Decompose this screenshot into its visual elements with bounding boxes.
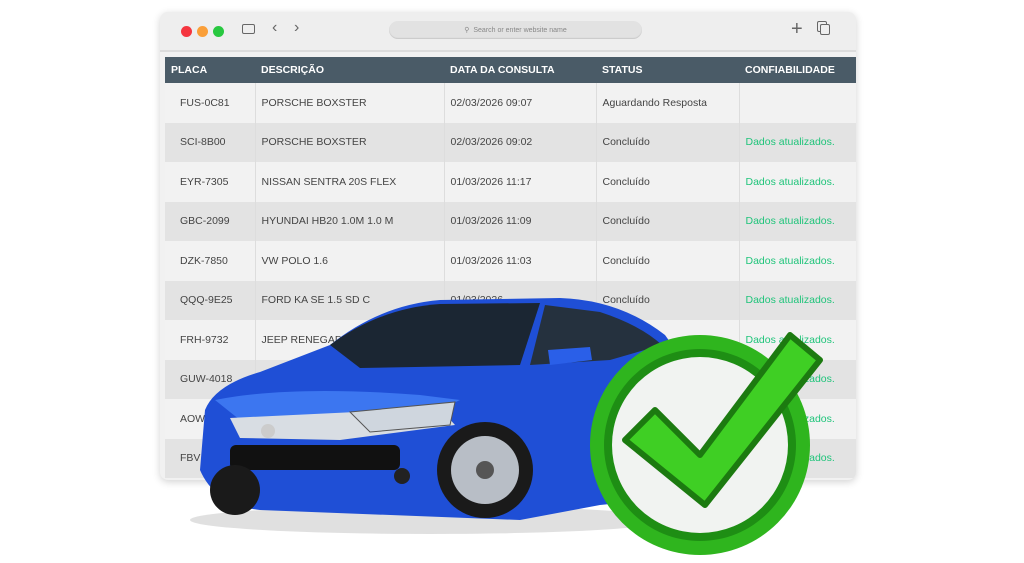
- car-and-check-illustration: [190, 298, 823, 555]
- check-badge-icon: [590, 332, 823, 555]
